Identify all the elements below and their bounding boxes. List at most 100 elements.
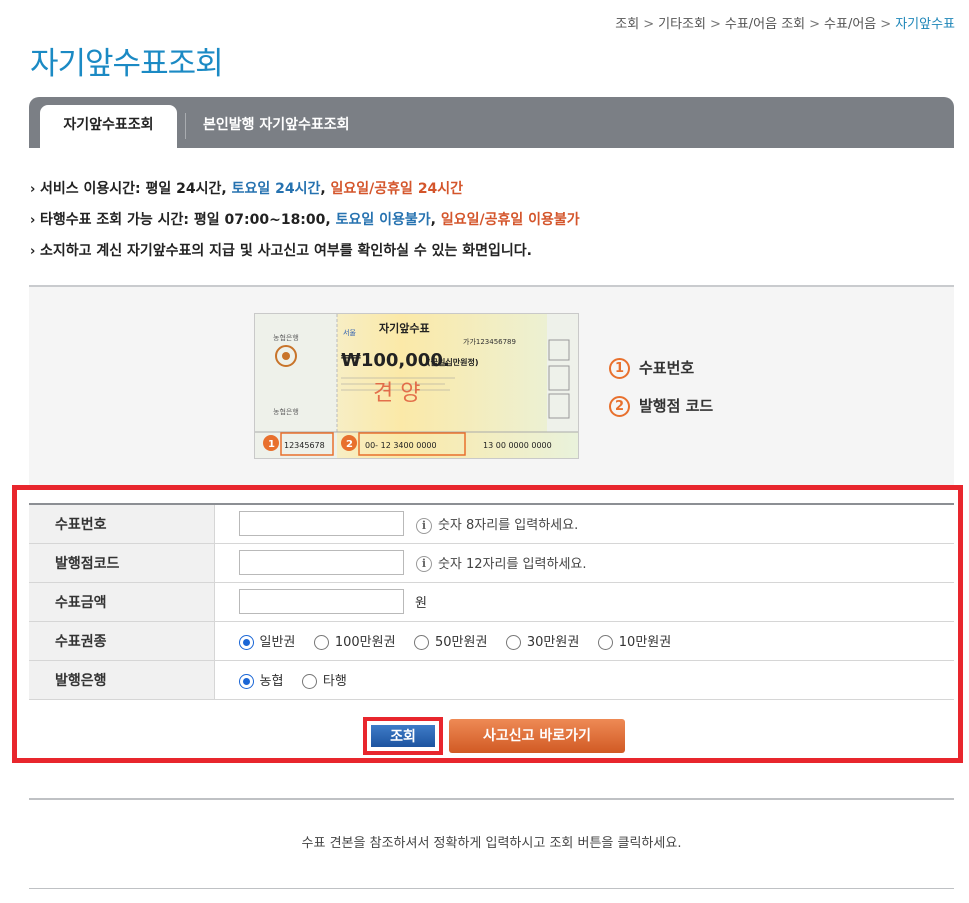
radio-button[interactable] — [238, 635, 254, 650]
check-field-2: 00- 12 3400 0000 — [365, 441, 437, 450]
radio-option-other-bank[interactable]: 타행 — [301, 670, 347, 689]
radio-option-nonghyup[interactable]: 농협 — [238, 670, 284, 689]
tab-bar: 자기앞수표조회 본인발행 자기앞수표조회 — [29, 97, 954, 148]
notice-other-bank-hours: › 타행수표 조회 가능 시간: 평일 07:00~18:00, 토요일 이용불가… — [30, 210, 930, 241]
inquiry-form-table: 수표번호 i 숫자 8자리를 입력하세요. 발행점코드 i 숫자 12자리를 입력하… — [29, 503, 954, 700]
chevron-right-icon: > — [880, 17, 892, 32]
form-row-issuing-bank: 발행은행 농협 타행 — [29, 660, 954, 700]
notice-holiday: 일요일/공휴일 24시간 — [330, 181, 464, 197]
radio-option-300k[interactable]: 30만원권 — [505, 631, 580, 650]
breadcrumb-item-check-bill-inquiry[interactable]: 수표/어음 조회 — [725, 17, 805, 32]
hint-text: 숫자 12자리를 입력하세요. — [437, 556, 587, 572]
notice-holiday: 일요일/공휴일 이용불가 — [440, 212, 580, 228]
radio-option-100k[interactable]: 10만원권 — [597, 631, 672, 650]
check-bank-bottom: 농협은행 — [273, 407, 299, 416]
amount-label: 수표금액 — [29, 582, 215, 622]
branch-code-hint: i 숫자 12자리를 입력하세요. — [415, 556, 587, 573]
info-icon: i — [415, 556, 432, 573]
bottom-note: 수표 견본을 참조하셔서 정확하게 입력하시고 조회 버튼을 클릭하세요. — [301, 836, 682, 851]
radio-button[interactable] — [238, 674, 254, 689]
check-title: 자기앞수표 — [379, 321, 430, 335]
check-badge-2: 2 — [346, 439, 353, 450]
inquiry-form-highlight: 수표번호 i 숫자 8자리를 입력하세요. 발행점코드 i 숫자 12자리를 입력하… — [12, 485, 963, 763]
check-type-radio-group: 일반권 100만원권 50만원권 30만원권 10만원권 — [214, 621, 954, 661]
breadcrumb-item-other[interactable]: 기타조회 — [658, 17, 706, 32]
radio-button[interactable] — [414, 635, 429, 650]
check-badge-1: 1 — [268, 439, 275, 450]
check-field-3: 13 00 0000 0000 — [483, 441, 552, 450]
check-specimen-stamp: 견 양 — [373, 381, 420, 406]
hint-text: 숫자 8자리를 입력하세요. — [437, 518, 579, 533]
radio-label: 100만원권 — [334, 635, 396, 650]
check-field-1: 12345678 — [284, 441, 325, 450]
radio-button[interactable] — [505, 635, 521, 650]
branch-code-input[interactable] — [238, 550, 404, 575]
page-title: 자기앞수표조회 — [30, 46, 224, 82]
radio-button[interactable] — [597, 635, 613, 650]
legend-label: 수표번호 — [639, 359, 695, 377]
tab-divider — [185, 113, 186, 139]
radio-button[interactable] — [301, 674, 317, 689]
radio-label: 일반권 — [259, 635, 296, 650]
sample-check-image: 농협은행 농협은행 서울 자기앞수표 가가123456789 ₩100,000.… — [254, 313, 579, 459]
legend-check-number: 1 수표번호 — [609, 357, 694, 379]
notice-saturday: 토요일 24시간 — [231, 181, 321, 197]
chevron-right-icon: > — [709, 17, 721, 32]
radio-option-1m[interactable]: 100만원권 — [313, 631, 396, 650]
circled-number-2-icon: 2 — [609, 396, 630, 417]
notice-text: 서비스 이용시간: 평일 24시간, — [40, 181, 232, 197]
form-row-amount: 수표금액 원 — [29, 582, 954, 622]
info-icon: i — [415, 517, 432, 534]
radio-label: 50만원권 — [435, 635, 488, 650]
breadcrumb-item-inquiry[interactable]: 조회 — [615, 17, 639, 32]
issuing-bank-radio-group: 농협 타행 — [214, 660, 954, 700]
chevron-right-icon: > — [809, 17, 821, 32]
divider — [29, 888, 954, 889]
tab-self-issued-check-inquiry[interactable]: 본인발행 자기앞수표조회 — [203, 105, 350, 148]
notice-service-hours: › 서비스 이용시간: 평일 24시간, 토요일 24시간, 일요일/공휴일 24… — [30, 179, 930, 210]
notice-description: › 소지하고 계신 자기앞수표의 지급 및 사고신고 여부를 확인하실 수 있는 … — [30, 241, 930, 272]
check-serial: 가가123456789 — [463, 337, 516, 346]
chevron-right-icon: › — [30, 182, 36, 197]
radio-label: 10만원권 — [618, 635, 672, 650]
divider — [29, 798, 954, 800]
search-button-highlight: 조회 — [363, 717, 443, 755]
issuing-bank-label: 발행은행 — [29, 660, 215, 700]
check-bank-top: 농협은행 — [273, 333, 299, 342]
radio-option-500k[interactable]: 50만원권 — [414, 631, 487, 650]
branch-code-label: 발행점코드 — [29, 543, 215, 583]
notice-text: 타행수표 조회 가능 시간: 평일 07:00~18:00, — [40, 212, 336, 228]
check-city: 서울 — [343, 328, 356, 337]
check-amount-text: (금일십만원정) — [427, 357, 478, 367]
form-row-check-type: 수표권종 일반권 100만원권 50만원권 30만원권 10만원권 — [29, 621, 954, 661]
notice-text: 소지하고 계신 자기앞수표의 지급 및 사고신고 여부를 확인하실 수 있는 화… — [40, 243, 532, 259]
amount-input[interactable] — [238, 589, 404, 614]
chevron-right-icon: > — [643, 17, 655, 32]
report-incident-button[interactable]: 사고신고 바로가기 — [449, 719, 625, 753]
notice-saturday: 토요일 이용불가 — [335, 212, 431, 228]
radio-label: 30만원권 — [526, 635, 580, 650]
notice-separator: , — [430, 212, 441, 228]
sample-check-panel: 농협은행 농협은행 서울 자기앞수표 가가123456789 ₩100,000.… — [29, 285, 954, 485]
search-button[interactable]: 조회 — [371, 725, 435, 747]
form-row-check-number: 수표번호 i 숫자 8자리를 입력하세요. — [29, 504, 954, 544]
amount-unit: 원 — [414, 596, 427, 611]
tab-cashier-check-inquiry[interactable]: 자기앞수표조회 — [40, 105, 177, 148]
radio-option-general[interactable]: 일반권 — [238, 631, 296, 650]
check-number-input[interactable] — [238, 511, 404, 537]
form-row-branch-code: 발행점코드 i 숫자 12자리를 입력하세요. — [29, 543, 954, 583]
breadcrumb-item-check-bill[interactable]: 수표/어음 — [824, 17, 876, 32]
notice-separator: , — [320, 181, 331, 197]
chevron-right-icon: › — [30, 213, 36, 228]
check-number-hint: i 숫자 8자리를 입력하세요. — [415, 517, 579, 534]
radio-button[interactable] — [313, 635, 329, 650]
legend-label: 발행점 코드 — [639, 397, 714, 415]
chevron-right-icon: › — [30, 244, 36, 259]
circled-number-1-icon: 1 — [609, 358, 630, 379]
breadcrumb: 조회 > 기타조회 > 수표/어음 조회 > 수표/어음 > 자기앞수표 — [615, 13, 955, 32]
breadcrumb-current: 자기앞수표 — [895, 17, 955, 32]
legend-branch-code: 2 발행점 코드 — [609, 395, 713, 417]
radio-label: 타행 — [322, 674, 347, 689]
radio-label: 농협 — [259, 674, 284, 689]
notice-list: › 서비스 이용시간: 평일 24시간, 토요일 24시간, 일요일/공휴일 24… — [30, 179, 930, 272]
